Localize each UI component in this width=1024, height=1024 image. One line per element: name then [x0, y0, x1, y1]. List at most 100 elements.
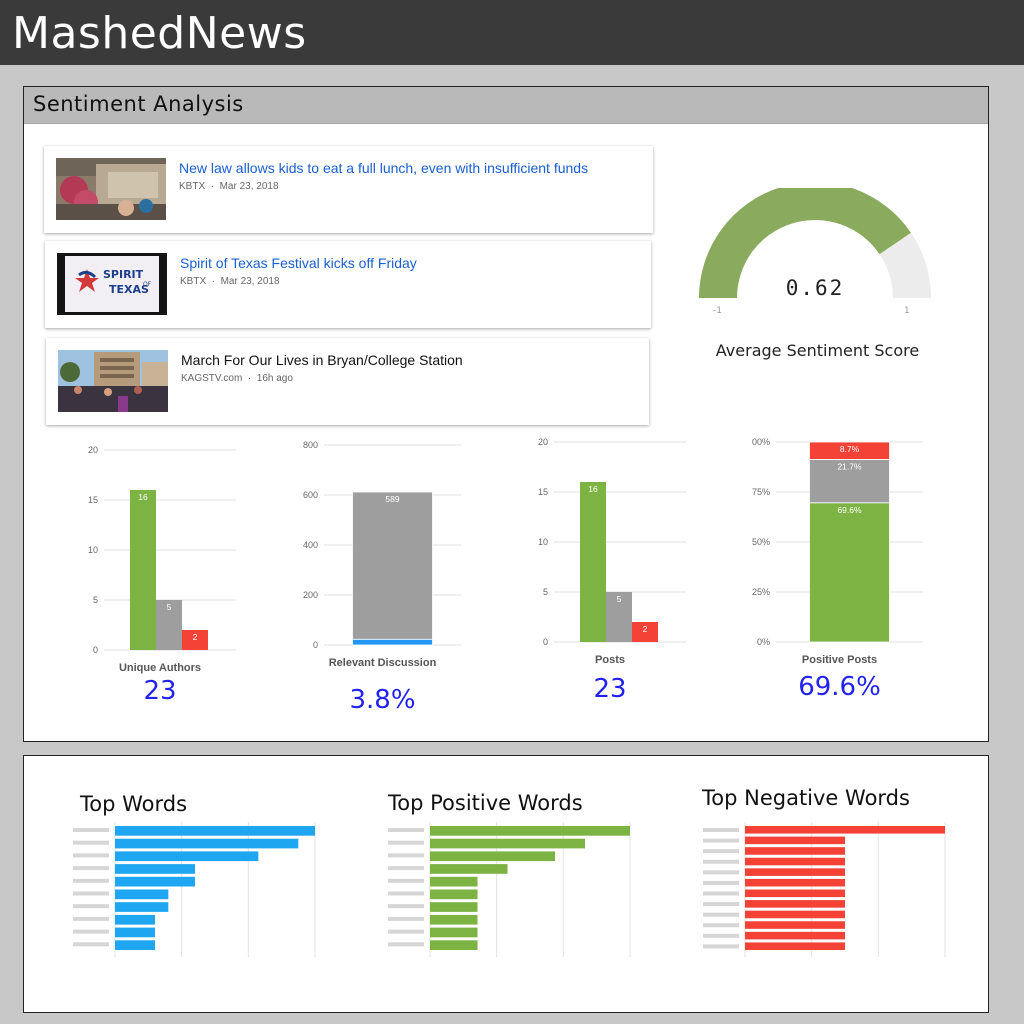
news-card[interactable]: New law allows kids to eat a full lunch,…: [44, 146, 653, 233]
bar-value-label: 5: [167, 602, 172, 612]
word-label-blurred: [73, 840, 109, 845]
y-tick-label: 10: [538, 537, 548, 547]
word-label-blurred: [73, 853, 109, 858]
app-brand[interactable]: MashedNews: [12, 8, 307, 59]
word-label-blurred: [388, 929, 424, 934]
relevant-discussion-svg: 020040060080023589: [303, 440, 461, 650]
bar-value-label: 5: [617, 594, 622, 604]
word-bar: [745, 826, 945, 834]
news-source: KBTX: [179, 181, 206, 192]
word-label-blurred: [388, 878, 424, 883]
word-label-blurred: [73, 866, 109, 871]
bar: [580, 482, 606, 642]
word-bar: [745, 878, 845, 887]
y-tick-label: 20: [88, 445, 98, 455]
word-bar: [115, 889, 169, 900]
bar-value-label: 8.7%: [840, 444, 860, 454]
word-label-blurred: [388, 891, 424, 896]
word-bar: [115, 914, 155, 925]
word-bar: [745, 900, 845, 908]
word-label-blurred: [73, 916, 109, 921]
word-bar: [430, 889, 478, 900]
word-label-blurred: [388, 942, 424, 947]
word-label-blurred: [703, 944, 739, 949]
news-title-link[interactable]: March For Our Lives in Bryan/College Sta…: [181, 352, 463, 368]
y-tick-label: 100%: [752, 437, 770, 447]
unique-authors-chart: 0 5 10 15 20 16 5 2 Unique Authors 23: [80, 440, 240, 710]
relevant-discussion-stat: 3.8%: [349, 685, 416, 715]
word-bar: [430, 864, 508, 874]
news-title-link[interactable]: New law allows kids to eat a full lunch,…: [179, 160, 588, 176]
news-title-link[interactable]: Spirit of Texas Festival kicks off Frida…: [180, 255, 417, 271]
word-bar: [430, 940, 478, 950]
word-bar: [430, 914, 478, 925]
word-label-blurred: [703, 880, 739, 885]
news-source: KAGSTV.com: [181, 373, 243, 384]
word-bar: [745, 921, 845, 929]
news-thumbnail: SPIRIT OF TEXAS: [57, 253, 167, 315]
word-label-blurred: [73, 942, 109, 947]
news-meta: KAGSTV.com · 16h ago: [181, 373, 293, 384]
top-words-title: Top Words: [80, 792, 188, 816]
word-label-blurred: [73, 878, 109, 883]
bar-value-label: 2: [193, 632, 198, 642]
news-meta: KBTX · Mar 23, 2018: [180, 276, 280, 287]
news-thumbnail: [56, 158, 166, 220]
word-bar: [745, 857, 845, 866]
y-tick-label: 20: [538, 437, 548, 447]
word-bar: [115, 927, 155, 938]
chart-caption: Posts: [595, 654, 625, 666]
stacked-bar-segment: [809, 502, 890, 643]
word-label-blurred: [388, 916, 424, 921]
news-card[interactable]: SPIRIT OF TEXAS Spirit of Texas Festival…: [45, 241, 651, 328]
word-label-blurred: [388, 828, 424, 832]
y-tick-label: 5: [93, 595, 98, 605]
y-tick-label: 600: [303, 490, 318, 500]
word-bar: [430, 927, 478, 938]
news-card[interactable]: March For Our Lives in Bryan/College Sta…: [46, 338, 649, 425]
top-negative-words-title: Top Negative Words: [702, 786, 910, 810]
y-tick-label: 15: [538, 487, 548, 497]
y-tick-label: 200: [303, 590, 318, 600]
word-label-blurred: [388, 866, 424, 871]
word-bar: [115, 876, 195, 887]
y-tick-label: 15: [88, 495, 98, 505]
word-bar: [430, 838, 585, 849]
app-header: MashedNews: [0, 0, 1024, 65]
y-tick-label: 50%: [752, 537, 770, 547]
word-bar: [745, 942, 845, 950]
y-tick-label: 400: [303, 540, 318, 550]
sentiment-gauge: 0.62 -1 1: [680, 182, 950, 328]
posts-stat: 23: [593, 674, 627, 704]
word-label-blurred: [388, 840, 424, 845]
word-bar: [115, 864, 195, 874]
top-positive-words-chart: [388, 822, 631, 957]
word-label-blurred: [388, 853, 424, 858]
bar-value-label: 2: [643, 624, 648, 634]
relevant-discussion-chart: 020040060080023589 Relevant Discussion 3…: [300, 435, 465, 720]
bar-value-label: 589: [385, 494, 399, 504]
unique-authors-stat: 23: [143, 676, 177, 706]
stacked-bar-segment: [352, 491, 433, 640]
word-label-blurred: [703, 838, 739, 843]
word-bar: [115, 838, 299, 849]
word-bar: [430, 876, 478, 887]
word-label-blurred: [73, 828, 109, 832]
word-label-blurred: [703, 849, 739, 854]
word-bar: [745, 836, 845, 845]
bar-value-label: 69.6%: [837, 505, 862, 515]
panel-title: Sentiment Analysis: [33, 92, 244, 116]
y-tick-label: 0%: [757, 637, 770, 647]
news-date: Mar 23, 2018: [220, 276, 280, 287]
gauge-value: 0.62: [785, 276, 845, 300]
word-bar: [430, 826, 630, 836]
y-tick-label: 0: [313, 640, 318, 650]
thumb-spirit-text: SPIRIT: [103, 268, 144, 281]
positive-posts-svg: 0% 25% 50% 75% 100% 69.6% 21.7% 8.7%: [747, 437, 923, 647]
positive-posts-stat: 69.6%: [798, 672, 881, 702]
news-meta: KBTX · Mar 23, 2018: [179, 181, 279, 192]
word-label-blurred: [73, 929, 109, 934]
posts-svg: 0 5 10 15 20 16 5 2: [538, 437, 686, 647]
thumb-texas-text: TEXAS: [109, 283, 149, 296]
bar-value-label: 16: [138, 492, 148, 502]
